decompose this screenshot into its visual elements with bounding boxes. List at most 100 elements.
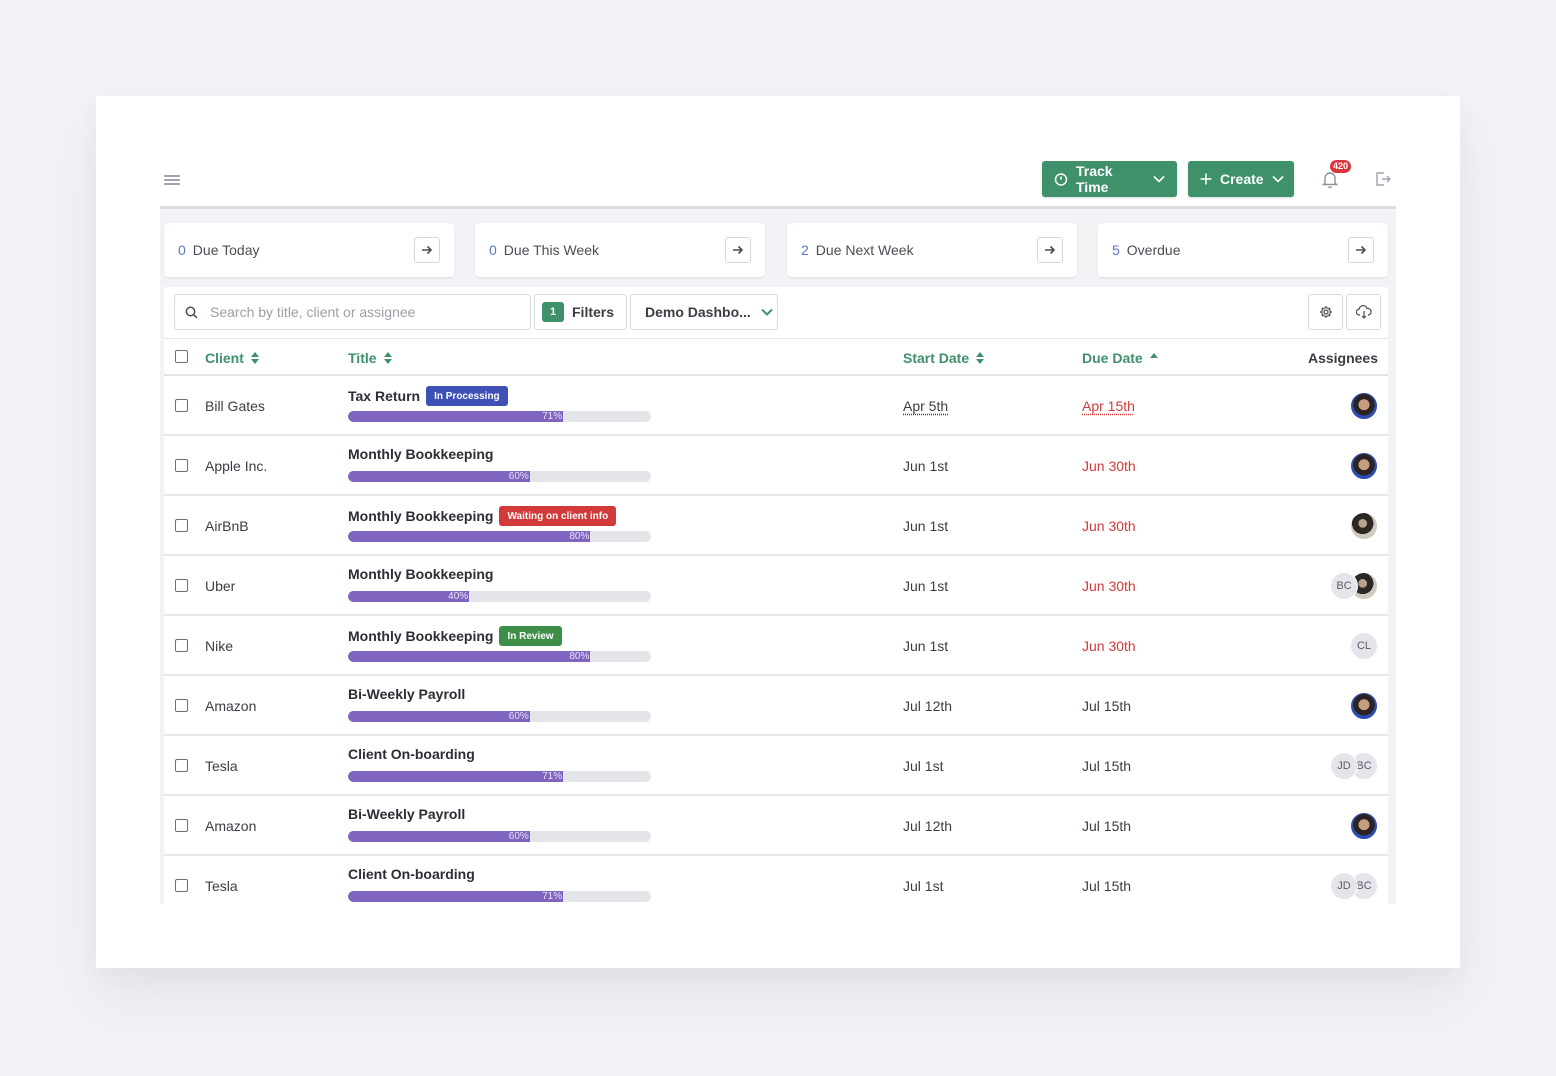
track-time-button[interactable]: Track Time — [1042, 161, 1177, 197]
avatar-initials[interactable]: BC — [1330, 572, 1358, 600]
task-title[interactable]: Bi-Weekly Payroll — [348, 806, 465, 822]
card-count: 5 — [1112, 242, 1120, 258]
start-date: Apr 5th — [903, 398, 949, 414]
create-button[interactable]: Create — [1188, 161, 1294, 197]
row-checkbox[interactable] — [175, 459, 188, 472]
table-row[interactable]: Amazon Bi-Weekly Payroll 60% Jul 12th Ju… — [164, 796, 1388, 856]
task-title-text[interactable]: Monthly Bookkeeping — [348, 628, 493, 644]
client-name[interactable]: Uber — [205, 578, 235, 594]
table-row[interactable]: AirBnB Monthly Bookkeeping Waiting on cl… — [164, 496, 1388, 556]
due-date: Jun 30th — [1082, 458, 1136, 474]
client-name[interactable]: Nike — [205, 638, 233, 654]
avatar-initials[interactable]: JD — [1330, 752, 1358, 780]
table-row[interactable]: Nike Monthly Bookkeeping In Review 80% J… — [164, 616, 1388, 676]
task-title[interactable]: Monthly Bookkeeping Waiting on client in… — [348, 506, 617, 526]
avatar-initials[interactable]: CL — [1350, 632, 1378, 660]
card-due-today[interactable]: 0 Due Today — [164, 223, 454, 277]
settings-button[interactable] — [1308, 294, 1343, 330]
notification-count-badge: 420 — [1330, 160, 1352, 173]
client-name[interactable]: Amazon — [205, 818, 256, 834]
filters-button[interactable]: 1 Filters — [534, 294, 627, 330]
progress-bar: 60% — [348, 471, 651, 482]
card-count: 0 — [489, 242, 497, 258]
row-checkbox[interactable] — [175, 699, 188, 712]
progress-fill: 40% — [348, 591, 470, 602]
client-name[interactable]: Tesla — [205, 878, 238, 894]
row-checkbox[interactable] — [175, 639, 188, 652]
assignees — [1350, 812, 1378, 840]
arrow-right-button[interactable] — [414, 237, 440, 263]
gear-icon — [1319, 306, 1332, 318]
task-title-text[interactable]: Monthly Bookkeeping — [348, 508, 493, 524]
row-checkbox[interactable] — [175, 879, 188, 892]
avatar-photo[interactable] — [1350, 692, 1378, 720]
task-title-text[interactable]: Bi-Weekly Payroll — [348, 806, 465, 822]
task-title-text[interactable]: Tax Return — [348, 388, 420, 404]
arrow-right-button[interactable] — [725, 237, 751, 263]
table-row[interactable]: Bill Gates Tax Return In Processing 71% … — [164, 376, 1388, 436]
due-date: Jul 15th — [1082, 698, 1132, 714]
task-title[interactable]: Monthly Bookkeeping — [348, 446, 493, 462]
card-label: Due Next Week — [815, 242, 914, 258]
client-name[interactable]: AirBnB — [205, 518, 249, 534]
task-title[interactable]: Tax Return In Processing — [348, 386, 508, 406]
avatar-photo[interactable] — [1350, 812, 1378, 840]
row-checkbox[interactable] — [175, 399, 188, 412]
search-input[interactable] — [210, 304, 510, 320]
task-title-text[interactable]: Monthly Bookkeeping — [348, 446, 493, 462]
row-checkbox[interactable] — [175, 579, 188, 592]
avatar-photo[interactable] — [1350, 392, 1378, 420]
avatar-photo[interactable] — [1350, 512, 1378, 540]
column-label: Client — [205, 350, 244, 366]
select-all-checkbox[interactable] — [175, 350, 188, 363]
task-title[interactable]: Client On-boarding — [348, 746, 475, 762]
table-row[interactable]: Tesla Client On-boarding 71% Jul 1st Jul… — [164, 736, 1388, 796]
task-title[interactable]: Monthly Bookkeeping — [348, 566, 493, 582]
task-title-text[interactable]: Client On-boarding — [348, 746, 475, 762]
chevron-down-icon — [1272, 175, 1284, 183]
progress-fill: 80% — [348, 531, 591, 542]
card-due-this-week[interactable]: 0 Due This Week — [475, 223, 765, 277]
status-badge: In Review — [499, 626, 562, 646]
task-title[interactable]: Monthly Bookkeeping In Review — [348, 626, 562, 646]
start-date: Jun 1st — [903, 638, 949, 654]
column-header-assignees: Assignees — [1308, 350, 1378, 366]
row-checkbox[interactable] — [175, 519, 188, 532]
dashboard-select[interactable]: Demo Dashbo... — [630, 294, 778, 330]
task-title[interactable]: Client On-boarding — [348, 866, 475, 882]
hamburger-icon[interactable] — [164, 173, 180, 187]
table-row[interactable]: Amazon Bi-Weekly Payroll 60% Jul 12th Ju… — [164, 676, 1388, 736]
row-checkbox[interactable] — [175, 819, 188, 832]
row-checkbox[interactable] — [175, 759, 188, 772]
client-name[interactable]: Amazon — [205, 698, 256, 714]
column-header-client[interactable]: Client — [205, 350, 259, 366]
task-title-text[interactable]: Monthly Bookkeeping — [348, 566, 493, 582]
progress-fill: 71% — [348, 411, 564, 422]
progress-fill: 60% — [348, 711, 530, 722]
export-button[interactable] — [1346, 294, 1381, 330]
avatar-photo[interactable] — [1350, 452, 1378, 480]
client-name[interactable]: Tesla — [205, 758, 238, 774]
progress-fill: 60% — [348, 831, 530, 842]
progress-bar: 60% — [348, 711, 651, 722]
table-row[interactable]: Tesla Client On-boarding 71% Jul 1st Jul… — [164, 856, 1388, 904]
task-title[interactable]: Bi-Weekly Payroll — [348, 686, 465, 702]
table-row[interactable]: Apple Inc. Monthly Bookkeeping 60% Jun 1… — [164, 436, 1388, 496]
logout-icon[interactable] — [1374, 170, 1392, 188]
card-due-next-week[interactable]: 2 Due Next Week — [787, 223, 1077, 277]
column-header-title[interactable]: Title — [348, 350, 392, 366]
progress-bar: 71% — [348, 771, 651, 782]
task-title-text[interactable]: Bi-Weekly Payroll — [348, 686, 465, 702]
column-header-start-date[interactable]: Start Date — [903, 350, 985, 366]
top-bar: Track Time Create 420 — [160, 160, 1396, 206]
task-title-text[interactable]: Client On-boarding — [348, 866, 475, 882]
avatar-initials[interactable]: JD — [1330, 872, 1358, 900]
search-box[interactable] — [174, 294, 531, 330]
column-header-due-date[interactable]: Due Date — [1082, 350, 1158, 366]
table-row[interactable]: Uber Monthly Bookkeeping 40% Jun 1st Jun… — [164, 556, 1388, 616]
client-name[interactable]: Bill Gates — [205, 398, 265, 414]
card-overdue[interactable]: 5 Overdue — [1098, 223, 1388, 277]
arrow-right-button[interactable] — [1348, 237, 1374, 263]
client-name[interactable]: Apple Inc. — [205, 458, 267, 474]
arrow-right-button[interactable] — [1037, 237, 1063, 263]
